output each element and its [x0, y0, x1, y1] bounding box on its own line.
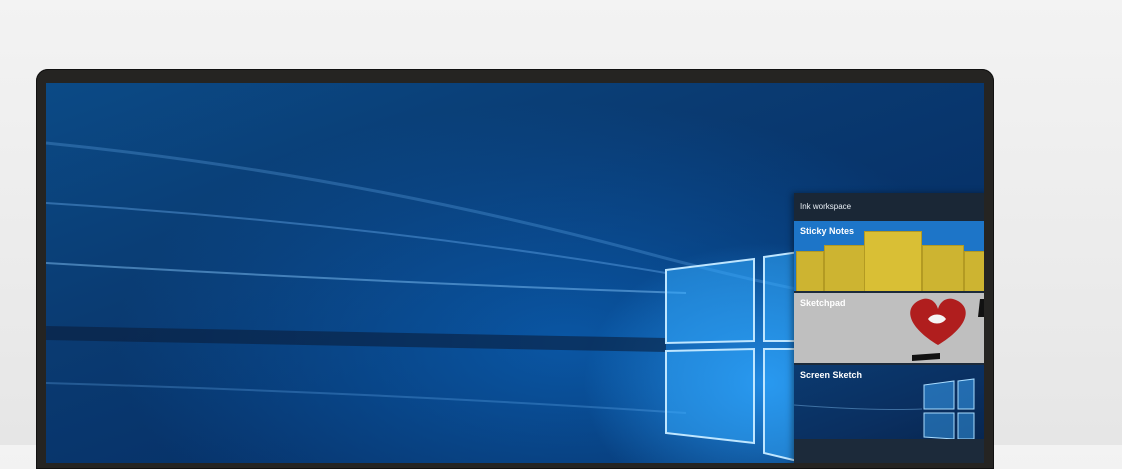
sticky-notes-tile[interactable]: Sticky Notes [794, 221, 984, 291]
sticky-note [824, 245, 866, 291]
sticky-note [964, 251, 984, 291]
sketchpad-label: Sketchpad [800, 298, 846, 308]
screen-sketch-label: Screen Sketch [800, 370, 863, 380]
laptop-frame: Ink workspace Sticky Notes Sketchpad Scr… [36, 69, 994, 469]
ink-workspace-panel: Ink workspace Sticky Notes Sketchpad Scr… [794, 193, 984, 463]
screen-sketch-tile[interactable]: Screen Sketch [794, 365, 984, 439]
sticky-note [864, 231, 922, 291]
desktop-screen: Ink workspace Sticky Notes Sketchpad Scr… [46, 83, 984, 463]
heart-sketch-icon [910, 298, 984, 361]
sticky-note [922, 245, 964, 291]
sticky-note [796, 251, 824, 291]
sticky-notes-label: Sticky Notes [800, 226, 855, 236]
sketchpad-tile[interactable]: Sketchpad [794, 293, 984, 363]
ink-workspace-title: Ink workspace [794, 193, 984, 221]
